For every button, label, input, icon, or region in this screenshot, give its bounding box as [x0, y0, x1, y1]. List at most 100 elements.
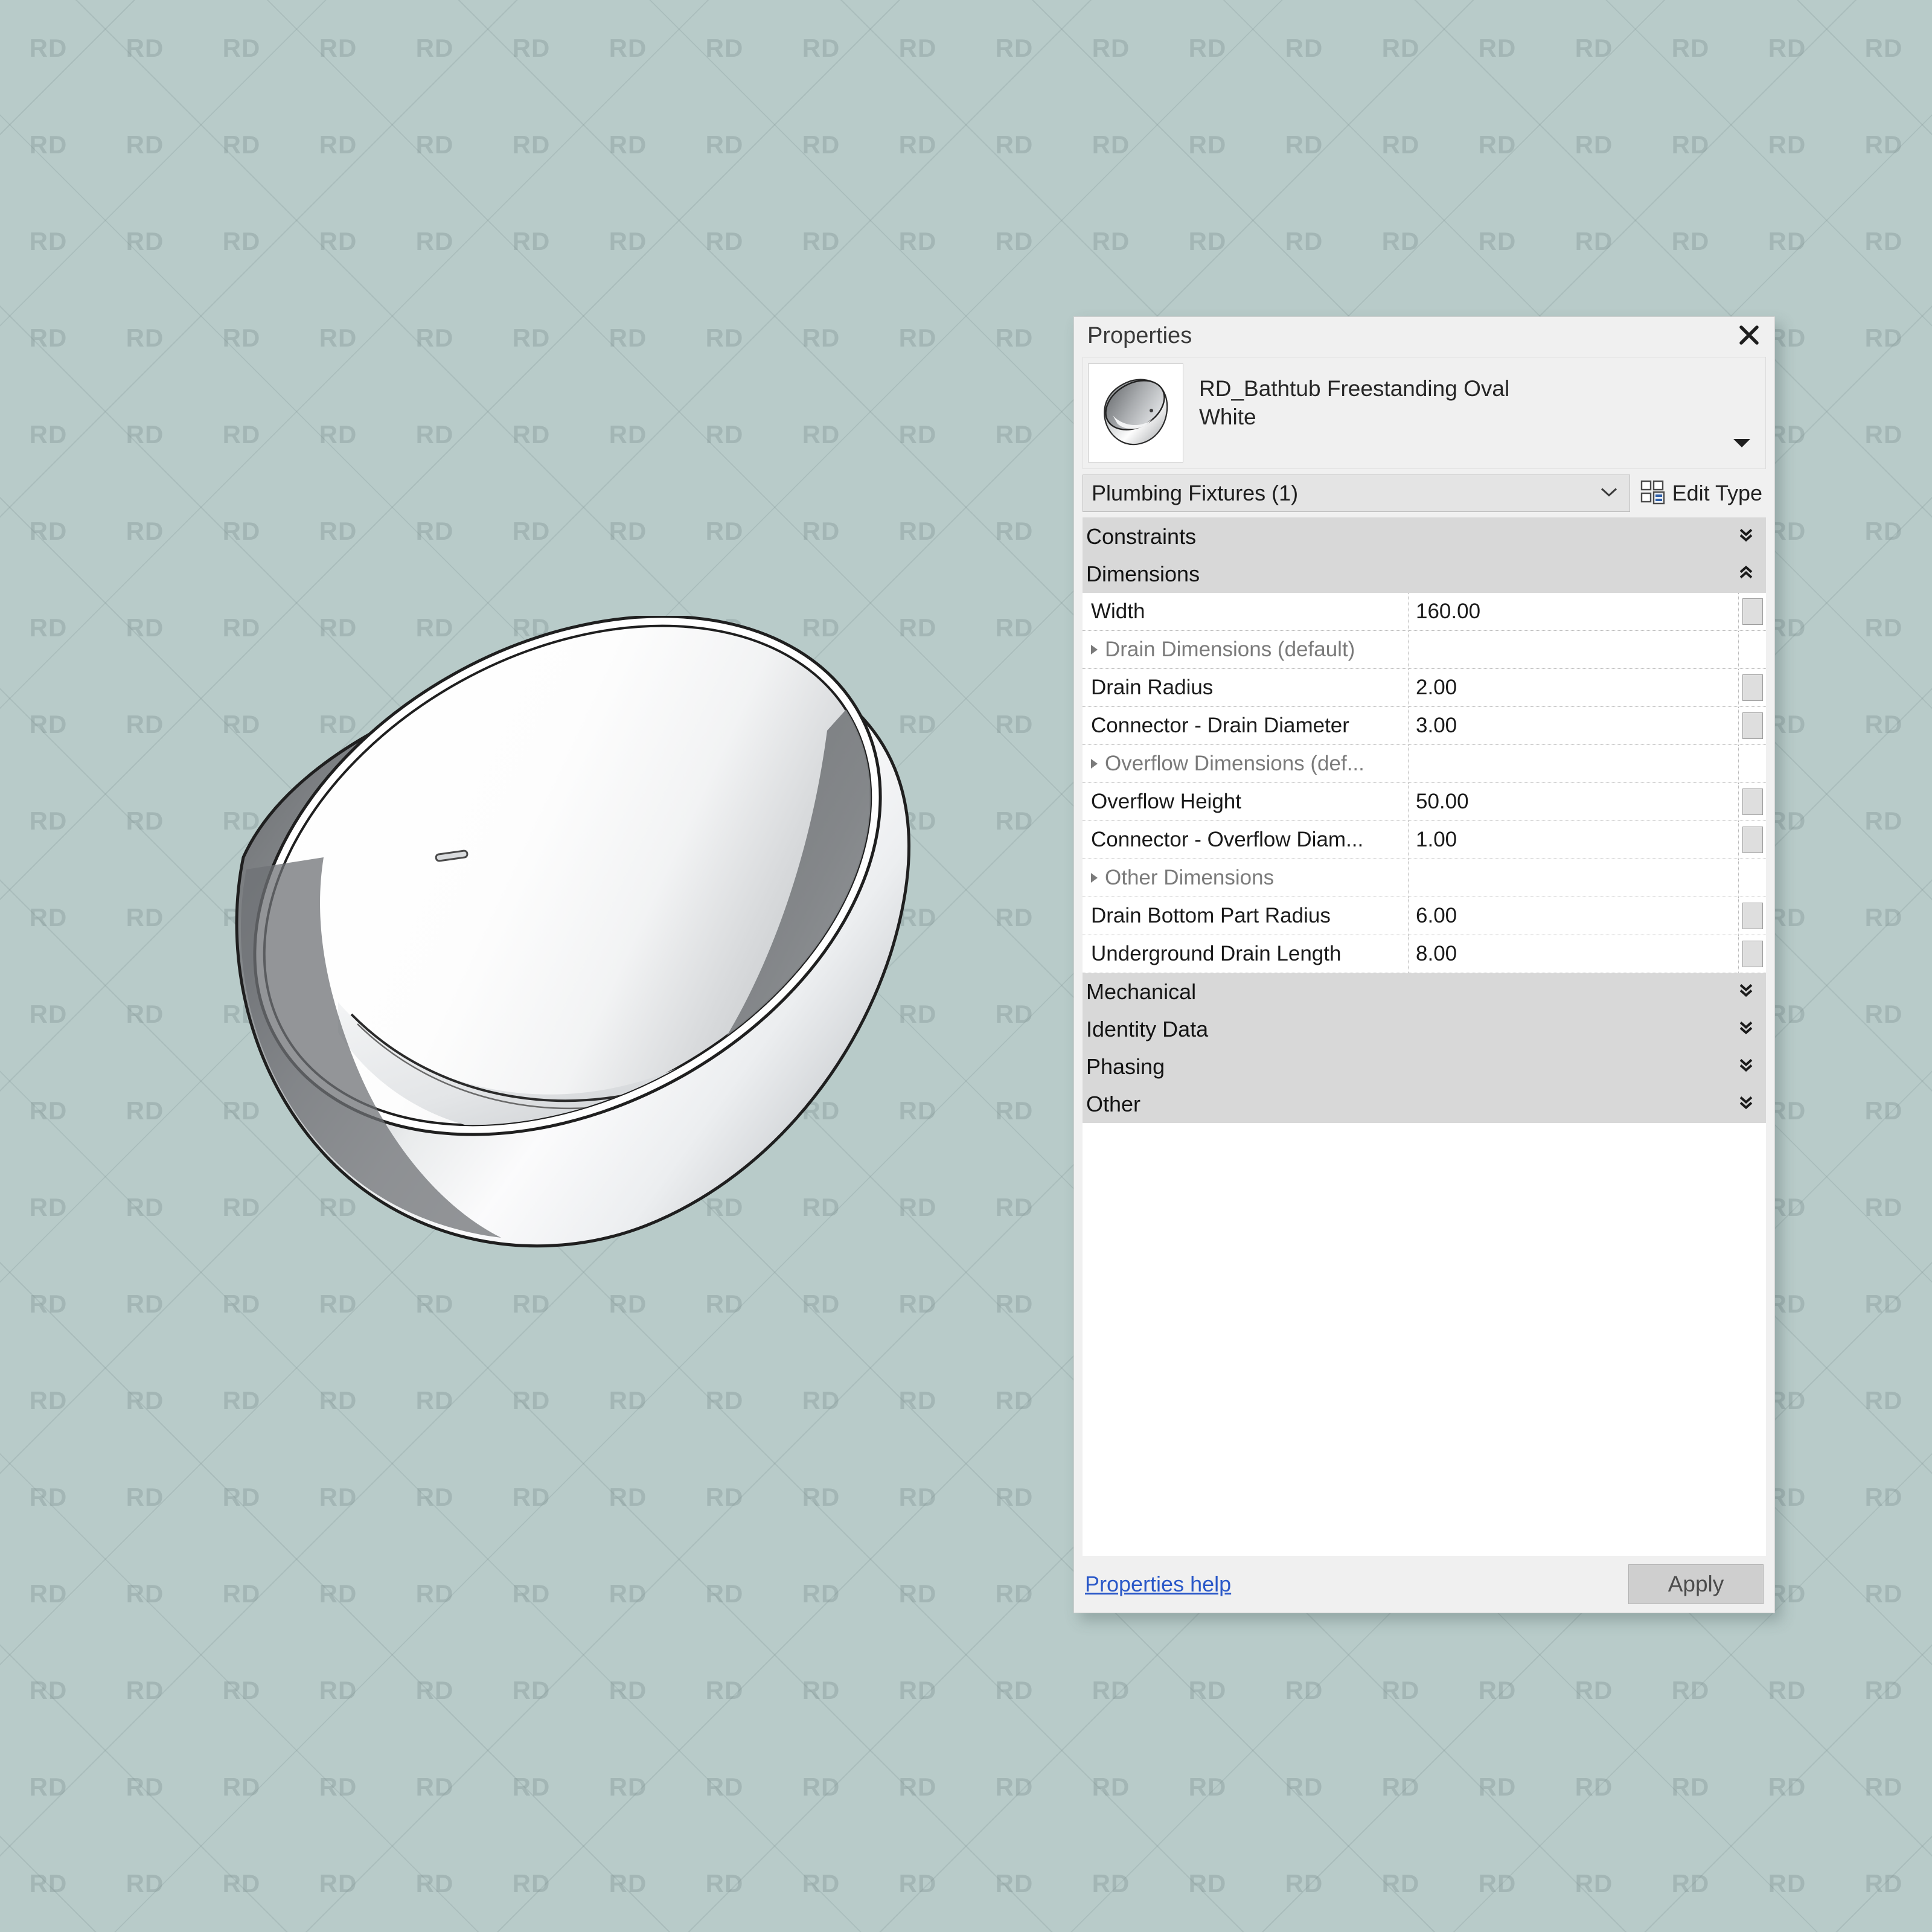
param-assoc-cell [1738, 745, 1766, 782]
section-header-constraints[interactable]: Constraints [1083, 518, 1766, 555]
watermark-text: RD [126, 227, 164, 256]
section-header-mechanical[interactable]: Mechanical [1083, 973, 1766, 1011]
watermark-text: RD [996, 227, 1034, 256]
watermark-text: RD [1575, 1676, 1613, 1705]
table-empty-area [1083, 1123, 1766, 1556]
watermark-text: RD [802, 1579, 840, 1608]
table-row[interactable]: Other Dimensions [1083, 859, 1766, 897]
watermark-text: RD [899, 130, 937, 159]
param-value[interactable]: 2.00 [1409, 669, 1738, 706]
watermark-text: RD [899, 1773, 937, 1802]
param-value [1409, 631, 1738, 668]
watermark-text: RD [126, 1483, 164, 1512]
watermark-text: RD [319, 1483, 357, 1512]
table-row[interactable]: Underground Drain Length 8.00 [1083, 935, 1766, 973]
table-row[interactable]: Drain Bottom Part Radius 6.00 [1083, 897, 1766, 935]
properties-help-link[interactable]: Properties help [1085, 1572, 1231, 1597]
associate-parameter-button[interactable] [1742, 903, 1763, 929]
watermark-text: RD [609, 1579, 647, 1608]
watermark-text: RD [609, 420, 647, 449]
watermark-text: RD [802, 1676, 840, 1705]
param-group-name: Other Dimensions [1083, 859, 1409, 897]
watermark-text: RD [1865, 807, 1903, 836]
param-value[interactable]: 50.00 [1409, 783, 1738, 820]
param-assoc-cell [1738, 935, 1766, 973]
associate-parameter-button[interactable] [1742, 674, 1763, 701]
param-assoc-cell [1738, 669, 1766, 706]
associate-parameter-button[interactable] [1742, 941, 1763, 967]
watermark-text: RD [1672, 1869, 1710, 1898]
watermark-text: RD [1479, 1773, 1517, 1802]
watermark-text: RD [996, 807, 1034, 836]
watermark-text: RD [996, 1290, 1034, 1319]
table-row[interactable]: Drain Radius 2.00 [1083, 669, 1766, 707]
param-value[interactable]: 6.00 [1409, 897, 1738, 935]
watermark-text: RD [1768, 1869, 1806, 1898]
watermark-text: RD [30, 613, 68, 642]
watermark-text: RD [1865, 227, 1903, 256]
close-icon[interactable] [1733, 319, 1765, 351]
watermark-text: RD [319, 227, 357, 256]
watermark-text: RD [1575, 1773, 1613, 1802]
watermark-text: RD [319, 324, 357, 353]
watermark-text: RD [30, 903, 68, 932]
table-row[interactable]: Drain Dimensions (default) [1083, 631, 1766, 669]
type-selector[interactable]: RD_Bathtub Freestanding Oval White [1083, 357, 1766, 469]
watermark-text: RD [513, 1386, 551, 1415]
watermark-text: RD [996, 903, 1034, 932]
section-label: Mechanical [1086, 979, 1196, 1005]
double-chevron-down-icon [1738, 1019, 1754, 1040]
chevron-down-icon[interactable] [1732, 436, 1752, 452]
watermark-text: RD [1575, 1869, 1613, 1898]
watermark-text: RD [30, 324, 68, 353]
watermark-text: RD [30, 807, 68, 836]
watermark-text: RD [1189, 1869, 1227, 1898]
watermark-text: RD [706, 1869, 744, 1898]
param-value[interactable]: 1.00 [1409, 821, 1738, 859]
watermark-text: RD [996, 1193, 1034, 1222]
table-row[interactable]: Overflow Dimensions (def... [1083, 745, 1766, 783]
watermark-text: RD [126, 1773, 164, 1802]
associate-parameter-button[interactable] [1742, 712, 1763, 739]
associate-parameter-button[interactable] [1742, 827, 1763, 853]
watermark-text: RD [1092, 34, 1130, 63]
apply-button[interactable]: Apply [1628, 1564, 1764, 1604]
watermark-text: RD [513, 1579, 551, 1608]
associate-parameter-button[interactable] [1742, 788, 1763, 815]
section-header-other[interactable]: Other [1083, 1086, 1766, 1123]
watermark-text: RD [319, 1773, 357, 1802]
section-header-phasing[interactable]: Phasing [1083, 1048, 1766, 1086]
associate-parameter-button[interactable] [1742, 598, 1763, 625]
table-row[interactable]: Overflow Height 50.00 [1083, 783, 1766, 821]
watermark-text: RD [706, 1773, 744, 1802]
table-row[interactable]: Connector - Drain Diameter 3.00 [1083, 707, 1766, 745]
watermark-text: RD [1672, 130, 1710, 159]
watermark-text: RD [416, 517, 454, 546]
watermark-text: RD [1865, 1096, 1903, 1125]
watermark-text: RD [126, 613, 164, 642]
param-value[interactable]: 8.00 [1409, 935, 1738, 973]
category-row: Plumbing Fixtures (1) Edit Type [1083, 474, 1766, 513]
watermark-text: RD [319, 1579, 357, 1608]
param-name: Drain Radius [1083, 669, 1409, 706]
param-name: Drain Bottom Part Radius [1083, 897, 1409, 935]
watermark-text: RD [802, 420, 840, 449]
table-row[interactable]: Connector - Overflow Diam... 1.00 [1083, 821, 1766, 859]
param-value[interactable]: 3.00 [1409, 707, 1738, 744]
edit-type-grid-icon [1640, 479, 1666, 508]
watermark-text: RD [126, 517, 164, 546]
watermark-text: RD [1479, 34, 1517, 63]
watermark-text: RD [223, 324, 261, 353]
category-select[interactable]: Plumbing Fixtures (1) [1083, 475, 1630, 512]
param-value [1409, 745, 1738, 782]
section-header-identity-data[interactable]: Identity Data [1083, 1011, 1766, 1048]
watermark-text: RD [30, 1869, 68, 1898]
table-row[interactable]: Width 160.00 [1083, 593, 1766, 631]
watermark-text: RD [416, 227, 454, 256]
watermark-text: RD [706, 420, 744, 449]
watermark-text: RD [1768, 1676, 1806, 1705]
param-value[interactable]: 160.00 [1409, 593, 1738, 630]
edit-type-button[interactable]: Edit Type [1640, 479, 1766, 508]
section-header-dimensions[interactable]: Dimensions [1083, 555, 1766, 593]
watermark-text: RD [1575, 130, 1613, 159]
